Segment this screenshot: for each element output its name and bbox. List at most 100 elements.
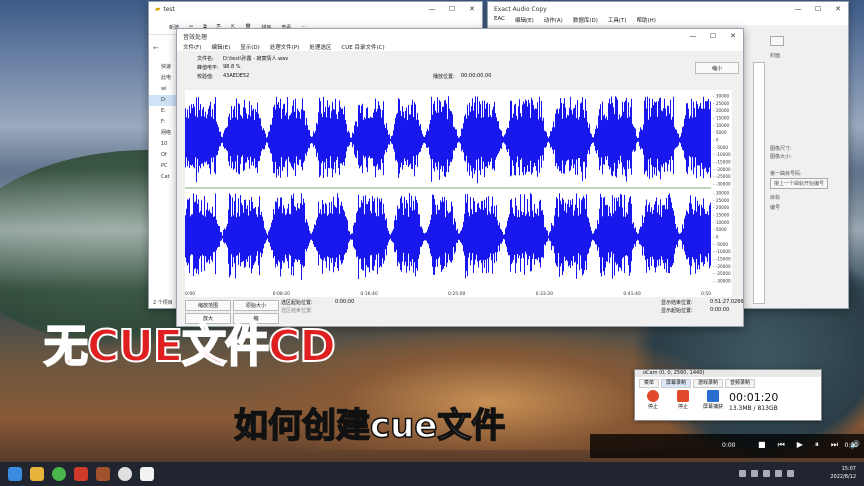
sel-start-value: 0:00:00 bbox=[335, 299, 355, 305]
ocam-tab-screen-record[interactable]: 屏幕录制 bbox=[661, 379, 692, 388]
peak-level-label: 峰值电平: bbox=[197, 65, 219, 71]
display-end-label: 显示结束位置: bbox=[661, 300, 693, 306]
minimize-button[interactable]: — bbox=[422, 2, 442, 16]
channel-1-waveform bbox=[185, 96, 711, 184]
ocam-window[interactable]: oCam (0, 0, 2560, 1440) 菜单 屏幕录制 游戏录制 音频录… bbox=[634, 369, 822, 421]
eac-menu-tools[interactable]: 工具(T) bbox=[608, 16, 627, 25]
editor-titlebar[interactable]: 音效处理 — ☐ ✕ bbox=[177, 29, 743, 43]
ocam-tab-menu[interactable]: 菜单 bbox=[639, 379, 660, 388]
time-tick-label: 0:41:40 bbox=[623, 291, 640, 297]
ocam-stop-label: 停止 bbox=[647, 404, 658, 410]
explorer-status: 2 个项目 bbox=[153, 300, 173, 306]
editor-menubar: 文件(F) 编辑(E) 显示(D) 处理文件(P) 处理选区 CUE 目录文件(… bbox=[177, 43, 743, 51]
taskbar-time: 15:07 bbox=[841, 466, 856, 472]
monitor-icon bbox=[707, 390, 719, 402]
video-caption-title: 无CUE文件CD bbox=[43, 320, 337, 373]
pause-icon bbox=[677, 390, 689, 402]
maximize-button[interactable]: ☐ bbox=[442, 2, 462, 16]
tray-icon[interactable] bbox=[763, 470, 770, 477]
eac-menu-action[interactable]: 动作(A) bbox=[544, 16, 563, 25]
eac-right-panel: 封面 图像尺寸: 图像大小: 第一曲目号码: 接上一个曲轨开始编号 目标 编号 bbox=[766, 30, 842, 304]
file-name-label: 文件名: bbox=[197, 56, 214, 62]
eac-menu-eac[interactable]: EAC bbox=[494, 16, 505, 25]
ocam-record-time: 00:01:20 bbox=[729, 391, 779, 404]
eac-target-checkbox[interactable]: 目标 bbox=[770, 194, 780, 201]
close-button[interactable]: ✕ bbox=[462, 2, 482, 16]
app-icon[interactable] bbox=[96, 467, 110, 481]
editor-menu-process-file[interactable]: 处理文件(P) bbox=[270, 43, 300, 51]
amplitude-tick-label: - 30000 bbox=[713, 94, 729, 99]
eac-continue-numbering-option[interactable]: 接上一个曲轨开始编号 bbox=[770, 178, 829, 189]
stop-icon bbox=[647, 390, 659, 402]
folder-icon: ▰ bbox=[155, 5, 161, 13]
play-icon[interactable]: ▶ bbox=[797, 440, 803, 450]
stop-icon[interactable]: ■ bbox=[758, 440, 766, 450]
amplitude-tick-label: - -20000 bbox=[713, 167, 731, 172]
network-icon[interactable] bbox=[775, 470, 782, 477]
amplitude-tick-label: - 30000 bbox=[713, 191, 729, 196]
amplitude-tick-label: - 25000 bbox=[713, 101, 729, 106]
eac-app-icon[interactable] bbox=[118, 467, 132, 481]
video-caption-subtitle: 如何创建cue文件 bbox=[233, 405, 506, 447]
eac-browse-button[interactable] bbox=[770, 36, 785, 46]
amplitude-tick-label: - -15000 bbox=[713, 257, 731, 262]
editor-menu-file[interactable]: 文件(F) bbox=[183, 43, 201, 51]
amplitude-tick-label: - -10000 bbox=[713, 249, 731, 254]
app-icon[interactable] bbox=[74, 467, 88, 481]
waveform-view[interactable]: - 30000 - 25000 - 20000 - 15000 - 10000 - 500… bbox=[185, 90, 732, 297]
explorer-titlebar[interactable]: ▰ test — ☐ ✕ bbox=[149, 2, 482, 16]
volume-icon[interactable] bbox=[787, 470, 794, 477]
explorer-app-icon[interactable] bbox=[30, 467, 44, 481]
ocam-tab-game-record[interactable]: 游戏录制 bbox=[693, 379, 724, 388]
time-tick-label: 0:33:20 bbox=[536, 291, 553, 297]
peak-level-value: 98.8 % bbox=[223, 64, 241, 70]
amplitude-tick-label: - -5000 bbox=[713, 242, 728, 247]
editor-menu-edit[interactable]: 编辑(E) bbox=[211, 43, 230, 51]
explorer-title: test bbox=[163, 5, 175, 13]
shrink-button[interactable]: 缩小 bbox=[695, 62, 739, 74]
media-player-bar: 0:00 ■ ⏮ ▶ ⏸ ⏭ 🔊 0:00 bbox=[590, 434, 864, 458]
audio-editor-window[interactable]: 音效处理 — ☐ ✕ 文件(F) 编辑(E) 显示(D) 处理文件(P) 处理选… bbox=[176, 28, 744, 327]
display-start-label: 显示起始位置: bbox=[661, 308, 693, 314]
play-position-label: 播放位置: bbox=[433, 74, 455, 80]
editor-menu-process-selection[interactable]: 处理选区 bbox=[309, 43, 331, 51]
taskbar-clock[interactable]: 15:07 2022/8/12 bbox=[830, 465, 856, 481]
display-end-value: 0:51:27.0266 bbox=[710, 299, 744, 305]
eac-titlebar[interactable]: Exact Audio Copy — ☐ ✕ bbox=[488, 2, 848, 16]
tray-icon[interactable] bbox=[751, 470, 758, 477]
previous-icon[interactable]: ⏮ bbox=[778, 440, 785, 450]
time-tick-label: 0:00 bbox=[185, 291, 195, 297]
amplitude-tick-label: - 5000 bbox=[713, 130, 727, 135]
tray-icon[interactable] bbox=[739, 470, 746, 477]
eac-menu-edit[interactable]: 编辑(E) bbox=[515, 16, 534, 25]
amplitude-tick-label: - -30000 bbox=[713, 279, 731, 284]
ocam-pause-button[interactable]: 停止 bbox=[671, 390, 695, 410]
close-button[interactable]: ✕ bbox=[723, 29, 743, 43]
ocam-tab-audio-record[interactable]: 音频录制 bbox=[725, 379, 756, 388]
eac-track-list[interactable] bbox=[753, 62, 765, 304]
editor-menu-display[interactable]: 显示(D) bbox=[240, 43, 260, 51]
eac-menu-database[interactable]: 数据库(D) bbox=[573, 16, 598, 25]
eac-menu-help[interactable]: 帮助(H) bbox=[637, 16, 656, 25]
ocam-stop-button[interactable]: 停止 bbox=[641, 390, 665, 410]
ocam-capture-button[interactable]: 屏幕捕获 bbox=[701, 390, 725, 410]
amplitude-tick-label: - 5000 bbox=[713, 227, 727, 232]
maximize-button[interactable]: ☐ bbox=[808, 2, 828, 16]
editor-app-icon[interactable] bbox=[140, 467, 154, 481]
close-button[interactable]: ✕ bbox=[828, 2, 848, 16]
eac-number-checkbox[interactable]: 编号 bbox=[770, 204, 780, 211]
pause-icon[interactable]: ⏸ bbox=[815, 440, 819, 450]
amplitude-tick-label: - 15000 bbox=[713, 116, 729, 121]
maximize-button[interactable]: ☐ bbox=[703, 29, 723, 43]
editor-menu-cue[interactable]: CUE 目录文件(C) bbox=[341, 43, 384, 51]
browser-app-icon[interactable] bbox=[52, 467, 66, 481]
eac-image-size-label: 图像尺寸: bbox=[770, 146, 792, 152]
next-icon[interactable]: ⏭ bbox=[831, 440, 838, 450]
minimize-button[interactable]: — bbox=[788, 2, 808, 16]
system-tray-icons bbox=[739, 470, 794, 477]
back-arrow-icon[interactable]: ← bbox=[153, 44, 159, 52]
minimize-button[interactable]: — bbox=[683, 29, 703, 43]
amplitude-tick-label: - 0 bbox=[713, 235, 719, 240]
taskbar-date: 2022/8/12 bbox=[830, 474, 856, 480]
start-icon[interactable] bbox=[8, 467, 22, 481]
